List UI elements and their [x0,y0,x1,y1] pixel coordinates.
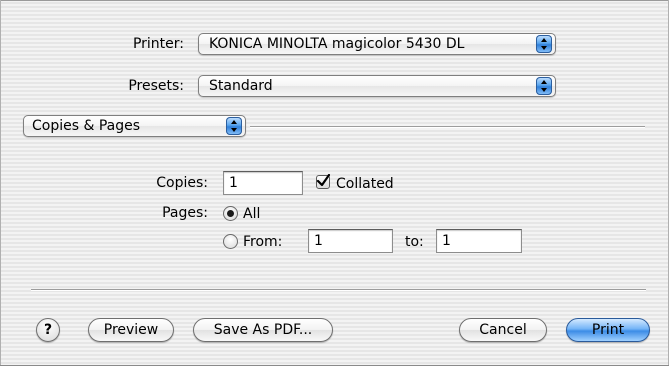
pages-label: Pages: [162,205,208,221]
pages-from-input[interactable]: 1 [308,229,393,253]
copies-label: Copies: [156,175,208,191]
popup-arrows-icon [226,117,242,135]
help-button[interactable]: ? [36,318,60,342]
section-popup-value: Copies & Pages [32,118,141,134]
pages-all-label: All [243,206,261,222]
cancel-button[interactable]: Cancel [459,318,547,342]
section-popup[interactable]: Copies & Pages [23,115,246,137]
preview-button[interactable]: Preview [88,318,174,342]
collated-label: Collated [336,176,394,192]
print-button[interactable]: Print [566,318,650,342]
pages-from-radio[interactable] [223,234,238,249]
printer-popup[interactable]: KONICA MINOLTA magicolor 5430 DL [198,33,556,55]
popup-arrows-icon [536,35,552,53]
bottom-separator [31,289,646,290]
presets-popup-value: Standard [209,78,273,94]
pages-all-radio[interactable] [223,206,238,221]
pages-from-label: From: [243,234,283,250]
collated-checkbox[interactable] [316,174,330,189]
printer-label: Printer: [132,36,184,52]
section-separator [250,126,645,127]
copies-input[interactable]: 1 [223,171,303,195]
pages-to-input[interactable]: 1 [436,229,522,253]
checkmark-icon [316,174,330,187]
window-left-border [0,0,1,366]
printer-popup-value: KONICA MINOLTA magicolor 5430 DL [209,36,465,52]
pages-to-label: to: [405,234,424,250]
presets-label: Presets: [128,78,184,94]
window-top-border [0,0,669,1]
presets-popup[interactable]: Standard [198,75,556,97]
save-as-pdf-button[interactable]: Save As PDF... [193,318,333,342]
popup-arrows-icon [536,77,552,95]
help-icon: ? [43,322,53,338]
